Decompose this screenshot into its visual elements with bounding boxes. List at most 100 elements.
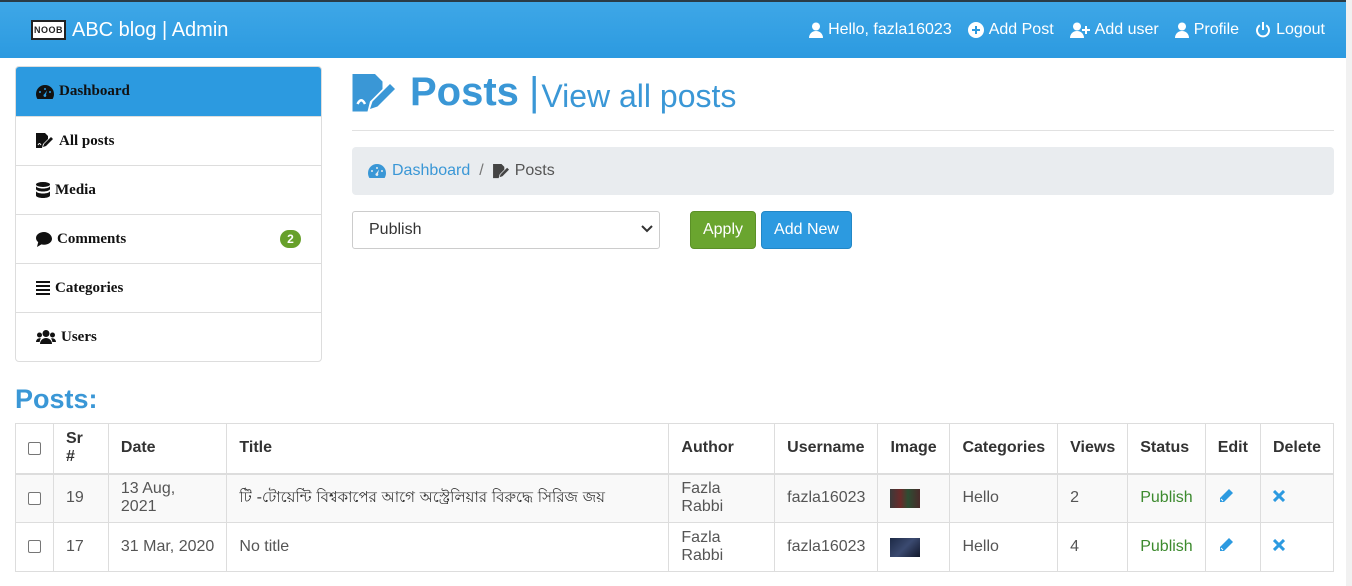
add-new-button[interactable]: Add New <box>761 211 852 249</box>
nav-links: Hello, fazla16023 Add Post Add user Prof… <box>809 2 1325 58</box>
cell-delete <box>1259 522 1335 572</box>
table-row: 19 13 Aug, 2021 টি -টোয়েন্টি বিশ্বকাপের… <box>15 473 1335 523</box>
comment-icon <box>36 231 52 247</box>
column-header[interactable]: Status <box>1127 423 1206 475</box>
profile-link[interactable]: Profile <box>1174 21 1240 39</box>
plus-circle-icon <box>967 22 984 38</box>
user-plus-icon <box>1069 22 1090 38</box>
pencil-icon[interactable] <box>1218 488 1234 504</box>
breadcrumb-dashboard-link[interactable]: Dashboard <box>368 162 470 180</box>
cell-title: No title <box>226 522 670 572</box>
bulk-action-select[interactable]: Publish <box>352 211 660 249</box>
column-header[interactable]: Date <box>107 423 228 475</box>
cell-edit <box>1204 473 1261 523</box>
column-header[interactable]: Delete <box>1259 423 1335 475</box>
user-icon <box>809 22 824 38</box>
pencil-icon[interactable] <box>1218 537 1234 553</box>
brand-title: ABC blog | Admin <box>72 18 229 41</box>
comments-count-badge: 2 <box>280 230 301 248</box>
cell-author: Fazla Rabbi <box>668 522 776 572</box>
user-icon <box>1174 22 1189 38</box>
sidebar-item-users[interactable]: Users <box>16 312 321 361</box>
sidebar-item-comments[interactable]: Comments 2 <box>16 214 321 263</box>
tachometer-icon <box>368 164 386 178</box>
column-header[interactable]: Views <box>1057 423 1129 475</box>
column-header[interactable]: Image <box>877 423 951 475</box>
profile-label: Profile <box>1193 21 1240 38</box>
row-checkbox[interactable] <box>28 540 41 554</box>
cell-author: Fazla Rabbi <box>668 473 776 523</box>
sidebar-item-label: Categories <box>55 279 124 296</box>
logout-label: Logout <box>1276 21 1325 38</box>
cell-views: 2 <box>1057 473 1129 523</box>
cell-delete <box>1259 473 1335 523</box>
breadcrumb: Dashboard / Posts <box>352 147 1334 195</box>
cell-date: 31 Mar, 2020 <box>107 522 228 572</box>
cell-sr: 19 <box>53 473 109 523</box>
cell-categories: Hello <box>949 473 1059 523</box>
sidebar-item-dashboard[interactable]: Dashboard <box>16 67 321 116</box>
cell-username: fazla16023 <box>774 473 879 523</box>
sidebar-item-label: Comments <box>57 230 127 247</box>
column-header[interactable]: Categories <box>949 423 1059 475</box>
chevron-down-icon <box>641 225 653 233</box>
cell-status: Publish <box>1127 473 1206 523</box>
cell-date: 13 Aug, 2021 <box>107 473 228 523</box>
column-header[interactable]: Title <box>226 423 670 475</box>
sidebar-item-label: Dashboard <box>59 83 130 99</box>
page-subtitle: View all posts <box>541 78 737 114</box>
cell-username: fazla16023 <box>774 522 879 572</box>
database-icon <box>36 182 50 198</box>
scrollbar[interactable] <box>1346 0 1352 586</box>
breadcrumb-current-label: Posts <box>514 162 555 179</box>
column-header[interactable]: Username <box>774 423 879 475</box>
breadcrumb-current: Posts <box>492 162 555 180</box>
cell-categories: Hello <box>949 522 1059 572</box>
select-all-checkbox[interactable] <box>28 441 41 455</box>
greeting-text: Hello, fazla16023 <box>828 21 952 38</box>
breadcrumb-dashboard-label: Dashboard <box>392 162 471 179</box>
cell-views: 4 <box>1057 522 1129 572</box>
add-post-link[interactable]: Add Post <box>967 21 1054 39</box>
row-checkbox[interactable] <box>28 491 41 505</box>
sidebar-item-all-posts[interactable]: All posts <box>16 116 321 165</box>
users-icon <box>36 330 56 344</box>
sidebar-item-label: All posts <box>59 132 115 149</box>
file-signature-icon <box>492 163 509 178</box>
tachometer-icon <box>36 84 54 99</box>
cell-image <box>877 522 951 572</box>
logout-link[interactable]: Logout <box>1255 21 1325 39</box>
page-header: Posts | View all posts <box>352 66 1334 131</box>
post-thumbnail <box>890 488 921 508</box>
cell-status: Publish <box>1127 522 1206 572</box>
sidebar-item-label: Users <box>61 328 97 345</box>
table-row: 17 31 Mar, 2020 No title Fazla Rabbi faz… <box>15 522 1335 572</box>
post-thumbnail <box>890 537 921 557</box>
posts-section-title: Posts: <box>15 384 98 414</box>
brand[interactable]: NOOB ABC blog | Admin <box>31 19 228 42</box>
sidebar: Dashboard All posts Media Comments 2 Cat… <box>15 66 322 362</box>
select-all-cell <box>15 423 54 475</box>
sidebar-item-categories[interactable]: Categories <box>16 263 321 312</box>
posts-table: Sr # Date Title Author Username Image Ca… <box>15 423 1335 572</box>
file-signature-icon <box>352 74 395 112</box>
add-post-label: Add Post <box>988 21 1054 38</box>
cell-title: টি -টোয়েন্টি বিশ্বকাপের আগে অস্ট্রেলিয়… <box>226 473 670 523</box>
close-icon[interactable] <box>1272 490 1286 503</box>
breadcrumb-separator: / <box>479 162 484 179</box>
cell-image <box>877 473 951 523</box>
brand-logo: NOOB <box>31 20 66 40</box>
sidebar-item-media[interactable]: Media <box>16 165 321 214</box>
column-header[interactable]: Author <box>668 423 776 475</box>
apply-button[interactable]: Apply <box>690 211 756 249</box>
row-select-cell <box>15 473 54 523</box>
user-greeting-link[interactable]: Hello, fazla16023 <box>809 21 952 39</box>
top-navbar: NOOB ABC blog | Admin Hello, fazla16023 … <box>0 0 1352 58</box>
add-user-link[interactable]: Add user <box>1069 21 1159 39</box>
column-header[interactable]: Sr # <box>53 423 109 475</box>
page-title-separator: | <box>528 70 540 114</box>
row-select-cell <box>15 522 54 572</box>
table-header-row: Sr # Date Title Author Username Image Ca… <box>15 423 1335 475</box>
close-icon[interactable] <box>1272 538 1286 552</box>
column-header[interactable]: Edit <box>1204 423 1261 475</box>
